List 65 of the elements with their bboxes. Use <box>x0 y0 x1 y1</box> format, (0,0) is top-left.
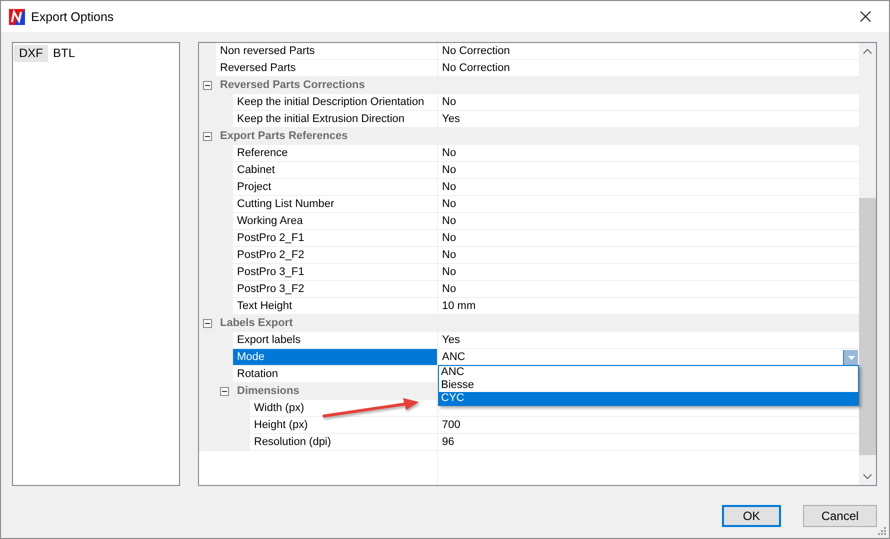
property-value: No <box>442 180 458 195</box>
property-label[interactable]: Resolution (dpi) <box>250 434 438 450</box>
property-label[interactable]: PostPro 2_F1 <box>233 230 438 246</box>
property-value: Yes <box>442 112 461 127</box>
property-value: 700 <box>442 418 462 433</box>
property-value: No Correction <box>442 44 511 59</box>
property-label[interactable]: Non reversed Parts <box>216 43 438 59</box>
property-label[interactable]: Height (px) <box>250 417 438 433</box>
dropdown-option[interactable]: Biesse <box>439 379 858 392</box>
property-value: No <box>442 282 458 297</box>
property-value: No <box>442 231 458 246</box>
property-value: No <box>442 248 458 263</box>
caret-icon <box>848 356 854 360</box>
property-label[interactable]: Project <box>233 179 438 195</box>
scroll-up-icon[interactable] <box>863 49 872 54</box>
category-row[interactable]: Labels Export <box>199 315 859 332</box>
category-row[interactable]: Reversed Parts Corrections <box>199 77 859 94</box>
property-value: Yes <box>442 333 461 348</box>
cancel-button[interactable]: Cancel <box>803 505 877 527</box>
collapse-icon[interactable] <box>203 80 212 90</box>
dropdown-option[interactable]: ANC <box>439 366 858 379</box>
property-value: No <box>442 265 458 280</box>
scrollbar-thumb[interactable] <box>859 198 876 455</box>
property-label[interactable]: Reference <box>233 145 438 161</box>
category-label: Dimensions <box>236 384 300 399</box>
property-value: No <box>442 197 458 212</box>
property-label[interactable]: Rotation <box>233 366 438 382</box>
category-label: Reversed Parts Corrections <box>219 78 365 93</box>
dropdown-button[interactable] <box>843 350 858 365</box>
category-label: Labels Export <box>219 316 293 331</box>
property-value: No <box>442 146 458 161</box>
logo-icon <box>9 8 25 24</box>
category-label: Export Parts References <box>219 129 348 144</box>
property-label[interactable]: Cabinet <box>233 162 438 178</box>
scroll-down-icon[interactable] <box>863 474 872 479</box>
property-value: No <box>442 95 458 110</box>
category-row[interactable]: Export Parts References <box>199 128 859 145</box>
scrollbar[interactable] <box>859 43 876 485</box>
property-value: No <box>442 163 458 178</box>
property-value: No Correction <box>442 61 511 76</box>
dropdown-option[interactable]: CYC <box>439 392 858 405</box>
property-label[interactable]: Working Area <box>233 213 438 229</box>
collapse-icon[interactable] <box>220 386 229 396</box>
ok-button[interactable]: OK <box>722 505 781 527</box>
list-item[interactable]: BTL <box>48 45 80 62</box>
property-label[interactable]: Keep the initial Description Orientation <box>233 94 438 110</box>
collapse-icon[interactable] <box>203 318 212 328</box>
property-value: ANC <box>442 350 466 365</box>
collapse-icon[interactable] <box>203 132 212 140</box>
property-label[interactable]: Text Height <box>233 298 438 314</box>
property-label[interactable]: PostPro 3_F1 <box>233 264 438 280</box>
property-label[interactable]: Keep the initial Extrusion Direction <box>233 111 438 127</box>
property-value: 10 mm <box>442 299 477 314</box>
resize-grip-icon[interactable] <box>878 527 886 535</box>
property-label[interactable]: Cutting List Number <box>233 196 438 212</box>
close-icon[interactable] <box>860 11 871 22</box>
property-label[interactable]: PostPro 3_F2 <box>233 281 438 297</box>
property-value: 96 <box>442 435 456 450</box>
window-title: Export Options <box>31 10 115 24</box>
property-value: No <box>442 214 458 229</box>
property-label[interactable]: Mode <box>233 349 438 365</box>
property-label[interactable]: Export labels <box>233 332 438 348</box>
list-item[interactable]: DXF <box>14 45 48 62</box>
property-label[interactable]: Reversed Parts <box>216 60 438 76</box>
property-label[interactable]: PostPro 2_F2 <box>233 247 438 263</box>
